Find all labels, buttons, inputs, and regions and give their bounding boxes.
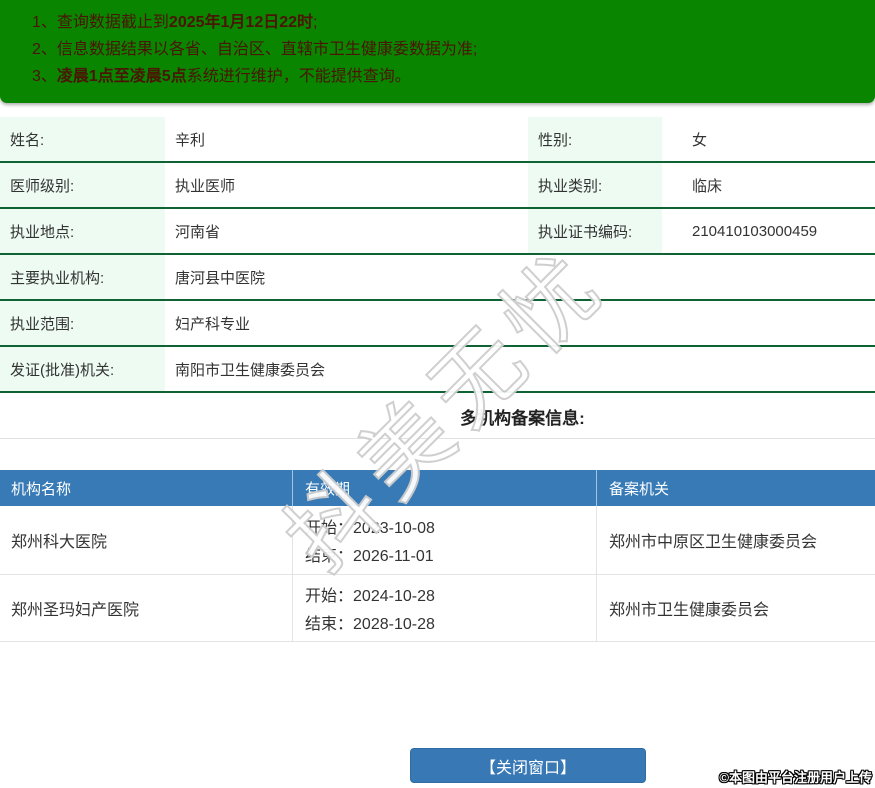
filing-table: 机构名称 有效期 备案机关 郑州科大医院 开始：2023-10-08 结束：20… <box>0 470 875 642</box>
practice-location-value: 河南省 <box>175 223 221 241</box>
doctor-level-label: 医师级别: <box>0 163 165 207</box>
close-window-button[interactable]: 【关闭窗口】 <box>410 748 646 783</box>
end-label: 结束： <box>305 616 354 633</box>
notice-line-2-number: 2、 <box>32 41 57 58</box>
practice-scope-value: 妇产科专业 <box>175 315 251 333</box>
notice-line-1-text: 查询数据截止到 <box>56 14 169 31</box>
start-label: 开始： <box>305 520 354 537</box>
institution-name-cell: 郑州科大医院 <box>0 506 293 574</box>
start-date: 2024-10-28 <box>353 588 435 605</box>
gender-label: 性别: <box>528 117 662 161</box>
name-value: 辛利 <box>175 131 206 149</box>
notice-line-3: 3、凌晨1点至凌晨5点系统进行维护，不能提供查询。 <box>32 63 875 90</box>
filing-table-header: 机构名称 有效期 备案机关 <box>0 470 875 506</box>
notice-line-3-bold: 凌晨1点至凌晨5点 <box>56 68 187 85</box>
notice-line-3-tail: 系统进行维护，不能提供查询。 <box>186 68 411 85</box>
gender-value: 女 <box>692 131 708 149</box>
institution-name-cell: 郑州圣玛妇产医院 <box>0 575 293 641</box>
name-label: 姓名: <box>0 117 165 161</box>
practice-category-label: 执业类别: <box>528 163 662 207</box>
filing-row-2: 郑州圣玛妇产医院 开始：2024-10-28 结束：2028-10-28 郑州市… <box>0 575 875 642</box>
filing-row-1: 郑州科大医院 开始：2023-10-08 结束：2026-11-01 郑州市中原… <box>0 506 875 575</box>
doctor-level-value: 执业医师 <box>175 177 236 195</box>
notice-line-1-tail: ; <box>313 14 318 31</box>
start-label: 开始： <box>305 588 354 605</box>
filing-authority-cell: 郑州市卫生健康委员会 <box>609 602 770 619</box>
info-row-main-institution: 主要执业机构: 唐河县中医院 <box>0 255 875 301</box>
notice-line-1: 1、查询数据截止到2025年1月12日22时; <box>32 9 875 36</box>
issuing-authority-label: 发证(批准)机关: <box>0 347 165 391</box>
notice-line-3-number: 3、 <box>32 68 57 85</box>
main-institution-value: 唐河县中医院 <box>175 269 266 287</box>
issuing-authority-value: 南阳市卫生健康委员会 <box>175 361 326 379</box>
practice-category-value: 临床 <box>692 177 723 195</box>
multi-institution-section-title: 多机构备案信息: <box>460 409 585 428</box>
validity-start-line: 开始：2024-10-28 <box>305 582 596 606</box>
info-row-name-gender: 姓名: 辛利 性别: 女 <box>0 117 875 163</box>
notice-banner: 1、查询数据截止到2025年1月12日22时; 2、信息数据结果以各省、自治区、… <box>0 0 875 103</box>
end-date: 2026-11-01 <box>353 548 434 565</box>
column-header-filing-authority: 备案机关 <box>609 480 670 498</box>
upload-credit-watermark: ©本图由平台注册用户上传 <box>719 770 872 785</box>
notice-line-1-number: 1、 <box>32 14 57 31</box>
validity-start-line: 开始：2023-10-08 <box>305 514 596 538</box>
column-header-institution-name: 机构名称 <box>0 470 293 506</box>
validity-cell: 开始：2023-10-08 结束：2026-11-01 <box>293 506 597 574</box>
notice-line-1-bold: 2025年1月12日22时 <box>168 14 314 31</box>
section-divider <box>0 438 875 439</box>
certificate-number-value: 210410103000459 <box>692 222 818 240</box>
info-row-issuing-authority: 发证(批准)机关: 南阳市卫生健康委员会 <box>0 347 875 393</box>
validity-cell: 开始：2024-10-28 结束：2028-10-28 <box>293 575 597 641</box>
start-date: 2023-10-08 <box>353 520 435 537</box>
validity-end-line: 结束：2028-10-28 <box>305 610 596 634</box>
practitioner-info-table: 姓名: 辛利 性别: 女 医师级别: 执业医师 执业类别: 临床 执业地点: 河… <box>0 117 875 393</box>
practice-scope-label: 执业范围: <box>0 301 165 345</box>
validity-end-line: 结束：2026-11-01 <box>305 542 596 566</box>
column-header-validity: 有效期 <box>293 470 597 506</box>
end-label: 结束： <box>305 548 354 565</box>
end-date: 2028-10-28 <box>353 616 435 633</box>
info-row-location-certificate: 执业地点: 河南省 执业证书编码: 210410103000459 <box>0 209 875 255</box>
info-row-level-category: 医师级别: 执业医师 执业类别: 临床 <box>0 163 875 209</box>
info-row-practice-scope: 执业范围: 妇产科专业 <box>0 301 875 347</box>
main-institution-label: 主要执业机构: <box>0 255 165 299</box>
practice-location-label: 执业地点: <box>0 209 165 253</box>
certificate-number-label: 执业证书编码: <box>528 209 662 253</box>
notice-line-2-text: 信息数据结果以各省、自治区、直辖市卫生健康委数据为准; <box>56 41 478 58</box>
notice-line-2: 2、信息数据结果以各省、自治区、直辖市卫生健康委数据为准; <box>32 36 875 63</box>
filing-authority-cell: 郑州市中原区卫生健康委员会 <box>609 534 818 551</box>
